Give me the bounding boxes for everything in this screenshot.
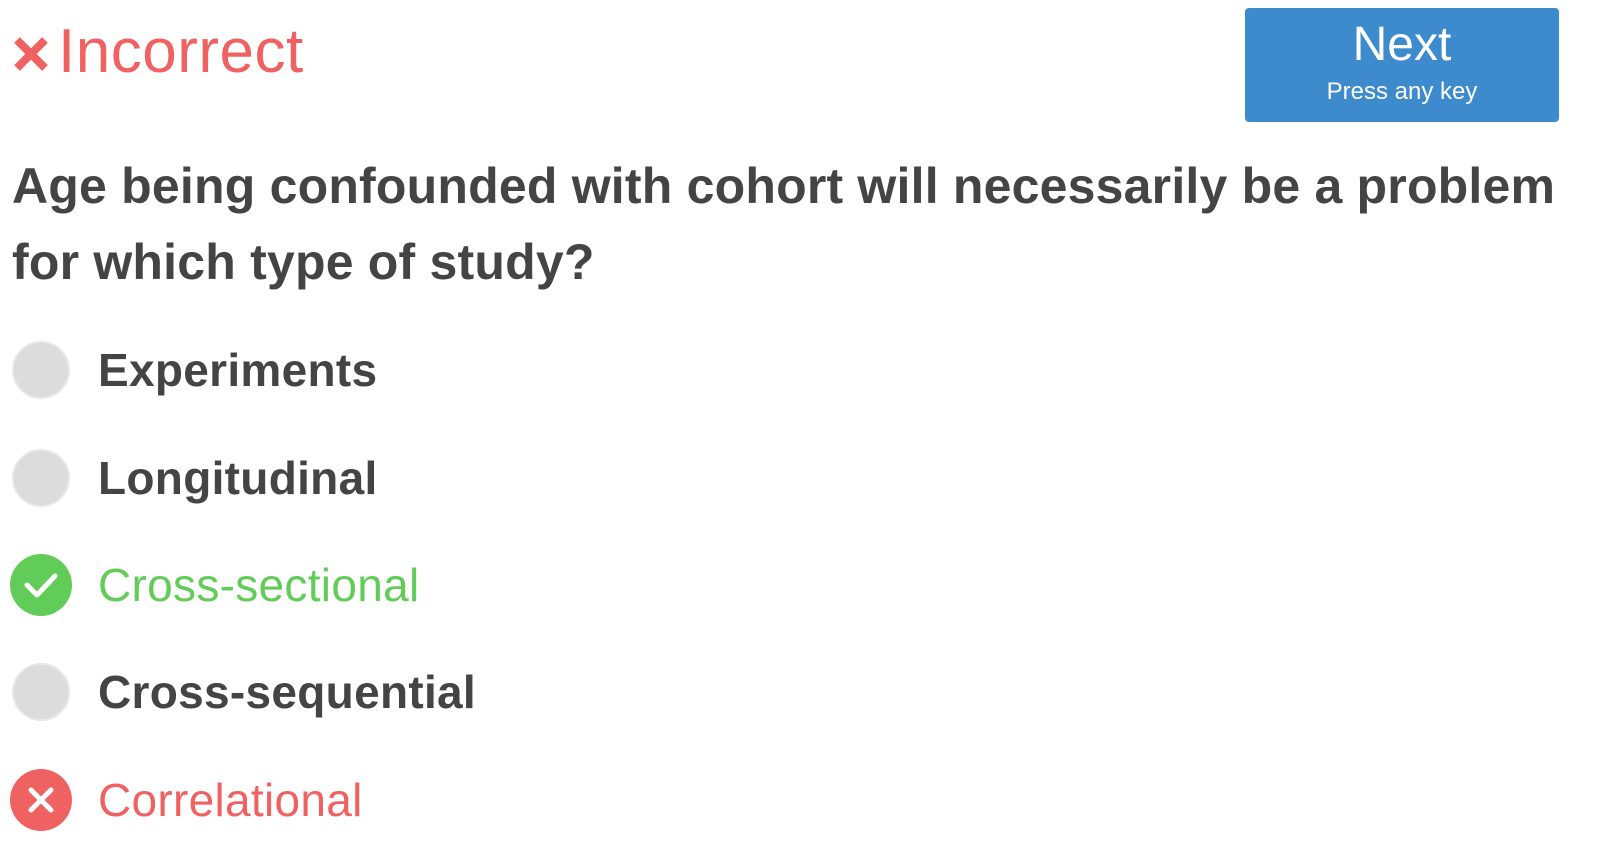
option-label: Cross-sequential	[98, 666, 477, 718]
feedback-status: Incorrect	[12, 14, 304, 90]
quiz-feedback-page: Incorrect Next Press any key Age being c…	[0, 0, 1600, 856]
question-text: Age being confounded with cohort will ne…	[12, 158, 1556, 290]
radio-icon[interactable]	[12, 341, 70, 399]
option-longitudinal[interactable]: Longitudinal	[12, 438, 1012, 518]
option-label: Cross-sectional	[98, 559, 420, 611]
close-icon[interactable]	[10, 769, 72, 831]
option-cross-sectional[interactable]: Cross-sectional	[10, 545, 1012, 625]
feedback-text: Incorrect	[58, 17, 304, 86]
option-label: Correlational	[98, 774, 363, 826]
option-correlational[interactable]: Correlational	[10, 760, 1012, 840]
next-button-hint: Press any key	[1326, 78, 1478, 105]
option-label: Experiments	[98, 344, 378, 396]
radio-icon[interactable]	[12, 449, 70, 507]
option-experiments[interactable]: Experiments	[12, 330, 1012, 410]
close-icon	[12, 32, 52, 72]
check-icon[interactable]	[10, 554, 72, 616]
next-button[interactable]: Next Press any key	[1245, 8, 1559, 122]
radio-icon[interactable]	[12, 663, 70, 721]
next-button-label: Next	[1352, 18, 1452, 71]
option-label: Longitudinal	[98, 452, 378, 504]
option-cross-sequential[interactable]: Cross-sequential	[12, 652, 1012, 732]
